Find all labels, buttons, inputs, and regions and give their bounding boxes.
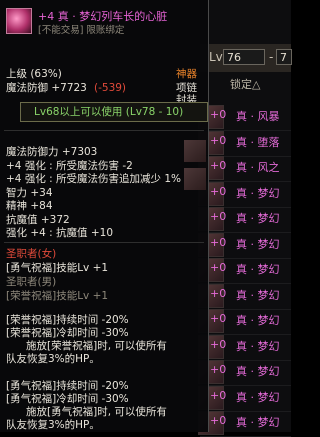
lock-sort-header[interactable]: 锁定△ xyxy=(230,76,260,92)
item-trade-status: [不能交易] 限账绑定 xyxy=(38,25,125,36)
divider xyxy=(4,130,204,131)
item-enhance-level: +0 xyxy=(210,133,227,147)
stat-line: 魔法防御力 +7303 xyxy=(6,146,98,158)
skill-effect-line: [荣誉祝福]持续时间 -20% xyxy=(6,314,129,326)
item-rarity: 神器 xyxy=(176,68,197,80)
level-max-input[interactable]: 7 xyxy=(276,49,292,65)
stat-line: 智力 +34 xyxy=(6,186,53,199)
level-min-input[interactable]: 76 xyxy=(223,49,265,65)
level-label: Lv xyxy=(209,50,223,64)
stat-line: 精神 +84 xyxy=(6,200,53,212)
skill-effect-line: 施放[勇气祝福]时, 可以使所有 xyxy=(26,406,167,418)
level-requirement: Lv68以上可以使用 (Lv78 - 10) xyxy=(34,106,184,118)
stat-line: 强化 +4 : 抗魔值 +10 xyxy=(6,227,114,239)
stat-line: +4 强化 : 所受魔法伤害追加减少 1% xyxy=(6,173,182,185)
item-enhance-level: +0 xyxy=(210,235,227,249)
item-enhance-level: +0 xyxy=(210,184,227,198)
item-name: 真 · 梦幻 xyxy=(236,339,280,353)
item-enhance-level: +0 xyxy=(210,210,227,223)
class-header-female-priest: 圣职者(女) xyxy=(6,248,57,260)
item-name: 真 · 梦幻 xyxy=(236,365,280,378)
item-enhance-level: +0 xyxy=(210,363,227,376)
tooltip-side-icon xyxy=(184,168,206,190)
item-enhance-level: +0 xyxy=(210,312,227,325)
divider xyxy=(4,242,204,243)
level-separator: - xyxy=(269,50,274,64)
class-skill-male: [荣誉祝福]技能Lv +1 xyxy=(6,290,109,302)
item-name: 真 · 梦幻 xyxy=(236,288,280,302)
tooltip-side-icon xyxy=(184,140,206,162)
skill-effect-line: [勇气祝福]冷却时间 -30% xyxy=(6,393,129,405)
item-grade: 上级 (63%) xyxy=(6,68,62,80)
skill-effect-line: [荣誉祝福]冷却时间 -30% xyxy=(6,327,129,339)
item-name: 真 · 梦幻 xyxy=(236,263,280,276)
magic-defense-diff: (-539) xyxy=(94,82,127,94)
item-enhance-level: +0 xyxy=(210,261,227,274)
item-name: 真 · 梦幻 xyxy=(236,416,280,429)
item-enhance-level: +0 xyxy=(210,159,227,172)
item-tooltip: +4 真 · 梦幻列车长的心脏 [不能交易] 限账绑定 上级 (63%) 神器 … xyxy=(0,0,209,432)
skill-effect-line: 队友恢复3%的HP。 xyxy=(6,353,100,365)
item-name: 真 · 梦幻 xyxy=(236,186,280,200)
skill-effect-line: 施放[荣誉祝福]时, 可以使所有 xyxy=(26,340,167,352)
item-name: 真 · 梦幻 xyxy=(236,390,280,404)
magic-defense: 魔法防御 +7723 xyxy=(6,82,87,94)
stat-line: +4 强化 : 所受魔法伤害 -2 xyxy=(6,159,133,172)
skill-effect-line: [勇气祝福]持续时间 -20% xyxy=(6,380,129,392)
class-skill-female: [勇气祝福]技能Lv +1 xyxy=(6,262,109,274)
item-name: 真 · 梦幻 xyxy=(236,237,280,251)
item-name: 真 · 风暴 xyxy=(236,110,280,123)
item-enhance-level: +0 xyxy=(210,388,227,402)
item-enhance-level: +0 xyxy=(210,337,227,351)
item-title: +4 真 · 梦幻列车长的心脏 xyxy=(38,10,168,23)
item-enhance-level: +0 xyxy=(210,286,227,300)
heart-item-icon xyxy=(6,8,32,34)
class-header-male-priest: 圣职者(男) xyxy=(6,276,57,288)
item-name: 真 · 风之 xyxy=(236,161,280,174)
item-name: 真 · 梦幻 xyxy=(236,314,280,327)
item-name: 真 · 堕落 xyxy=(236,135,280,149)
stat-line: 抗魔值 +372 xyxy=(6,213,70,226)
inventory-row[interactable]: +0 真 · 梦幻 xyxy=(198,408,291,437)
skill-effect-line: 队友恢复3%的HP。 xyxy=(6,419,100,431)
item-enhance-level: +0 xyxy=(210,108,227,121)
item-slot-type: 项链 xyxy=(176,82,197,94)
item-name: 真 · 梦幻 xyxy=(236,212,280,225)
item-enhance-level: +0 xyxy=(210,414,227,427)
